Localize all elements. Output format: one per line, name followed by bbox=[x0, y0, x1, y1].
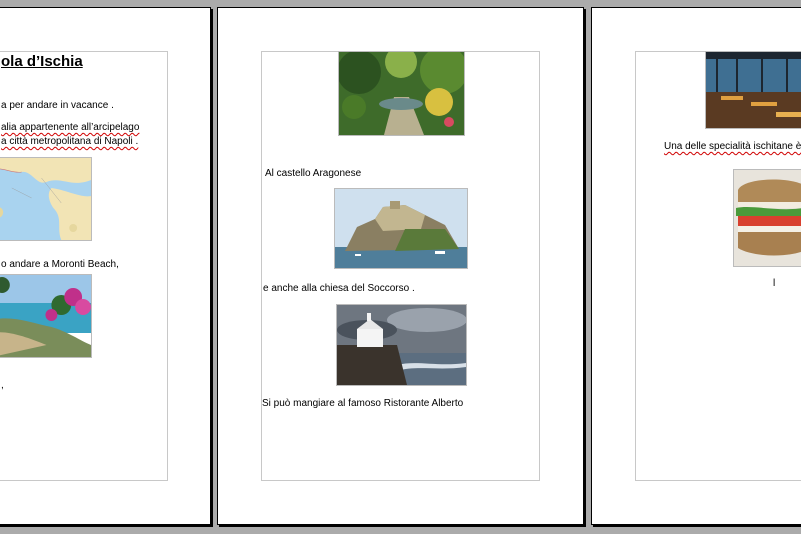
caption-specialita: Una delle specialità ischitane è bbox=[664, 141, 801, 152]
castello-aragonese-image[interactable] bbox=[334, 188, 468, 269]
body-text-line: o andare a Moronti Beach, bbox=[1, 259, 119, 270]
document-title: ola d’Ischia bbox=[1, 53, 83, 70]
moronti-beach-image[interactable] bbox=[0, 274, 92, 358]
document-page-2[interactable]: Al castello Aragonese e anche alla chies… bbox=[217, 7, 584, 525]
ischia-map-image[interactable] bbox=[0, 157, 92, 241]
sandwich-image[interactable] bbox=[733, 169, 801, 267]
body-text-line: , bbox=[1, 380, 4, 391]
body-text-cursor-line: l bbox=[773, 278, 776, 289]
body-text-line: a per andare in vacance . bbox=[1, 100, 114, 111]
caption-text: Si può mangiare al famoso Ristorante Alb… bbox=[262, 398, 464, 409]
caption-text: Al castello Aragonese bbox=[265, 168, 362, 179]
garden-image[interactable] bbox=[338, 51, 465, 136]
restaurant-terrace-image[interactable] bbox=[705, 51, 801, 129]
body-text-line: a città metropolitana di Napoli . bbox=[1, 136, 139, 147]
document-page-3[interactable]: Una delle specialità ischitane è l bbox=[591, 7, 801, 525]
caption-text: e anche alla chiesa del Soccorso . bbox=[263, 283, 415, 294]
caption-chiesa: e anche alla chiesa del Soccorso . bbox=[263, 283, 415, 295]
chiesa-del-soccorso-image[interactable] bbox=[336, 304, 467, 386]
caption-ristorante: Si può mangiare al famoso Ristorante Alb… bbox=[262, 398, 463, 410]
body-text-line: alia appartenente all’arcipelago bbox=[1, 122, 140, 133]
caption-castello: Al castello Aragonese bbox=[265, 168, 361, 180]
document-page-1[interactable]: ola d’Ischia a per andare in vacance . a… bbox=[0, 7, 211, 525]
